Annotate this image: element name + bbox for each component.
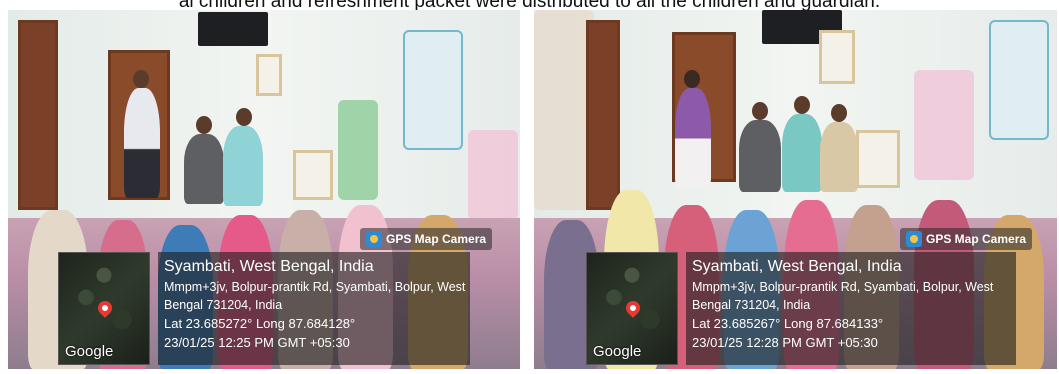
seated-guest — [739, 120, 781, 192]
google-logo: Google — [593, 343, 642, 360]
location-title: Syambati, West Bengal, India — [692, 258, 902, 275]
wall-frame — [256, 54, 282, 96]
wall-mural — [338, 100, 378, 200]
seated-guest — [223, 126, 263, 206]
guest-head — [794, 96, 810, 114]
address-line-2: Bengal 731204, India — [692, 298, 811, 312]
map-thumbnail: Google — [58, 252, 150, 365]
address-line-1: Mmpm+3jv, Bolpur-prantik Rd, Syambati, B… — [692, 280, 994, 294]
photo-left: GPS Map Camera Google Syambati, West Ben… — [8, 10, 520, 369]
datetime: 23/01/25 12:28 PM GMT +05:30 — [692, 335, 878, 350]
coordinates: Lat 23.685272° Long 87.684128° — [164, 316, 356, 331]
wall-chart — [403, 30, 463, 150]
wall-mural — [468, 130, 518, 220]
guest-head — [831, 104, 847, 122]
gps-camera-icon — [906, 231, 922, 247]
datetime: 23/01/25 12:25 PM GMT +05:30 — [164, 335, 350, 350]
gps-tag-label: GPS Map Camera — [386, 232, 487, 246]
wall-frame — [819, 30, 855, 84]
side-door — [586, 20, 620, 210]
wall-mural — [914, 70, 974, 180]
photo-right: GPS Map Camera Google Syambati, West Ben… — [534, 10, 1057, 369]
seated-guest — [184, 134, 224, 204]
gps-map-camera-tag: GPS Map Camera — [360, 228, 493, 250]
portrait-frame — [293, 150, 333, 200]
speaker — [124, 88, 160, 198]
gps-map-camera-tag: GPS Map Camera — [900, 228, 1033, 250]
speaker-head — [133, 70, 149, 88]
guest-head — [752, 102, 768, 120]
side-door — [18, 20, 58, 210]
location-title: Syambati, West Bengal, India — [164, 258, 374, 275]
seated-guest — [820, 122, 858, 192]
gps-camera-icon — [366, 231, 382, 247]
gps-info-box: Syambati, West Bengal, India Mmpm+3jv, B… — [158, 252, 470, 365]
television — [198, 12, 268, 46]
address-line-2: Bengal 731204, India — [164, 298, 283, 312]
guest-head — [196, 116, 212, 134]
wall-chart — [534, 10, 594, 210]
google-logo: Google — [65, 343, 114, 360]
speaker — [675, 88, 711, 188]
gps-tag-label: GPS Map Camera — [926, 232, 1027, 246]
coordinates: Lat 23.685267° Long 87.684133° — [692, 316, 884, 331]
gps-info-box: Syambati, West Bengal, India Mmpm+3jv, B… — [686, 252, 1016, 365]
wall-chart — [989, 20, 1049, 140]
portrait-frame — [856, 130, 900, 188]
speaker-head — [684, 70, 700, 88]
map-pin-icon — [95, 298, 115, 318]
seated-guest — [782, 114, 822, 192]
map-thumbnail: Google — [586, 252, 678, 365]
map-pin-icon — [623, 298, 643, 318]
guest-head — [236, 108, 252, 126]
address-line-1: Mmpm+3jv, Bolpur-prantik Rd, Syambati, B… — [164, 280, 466, 294]
